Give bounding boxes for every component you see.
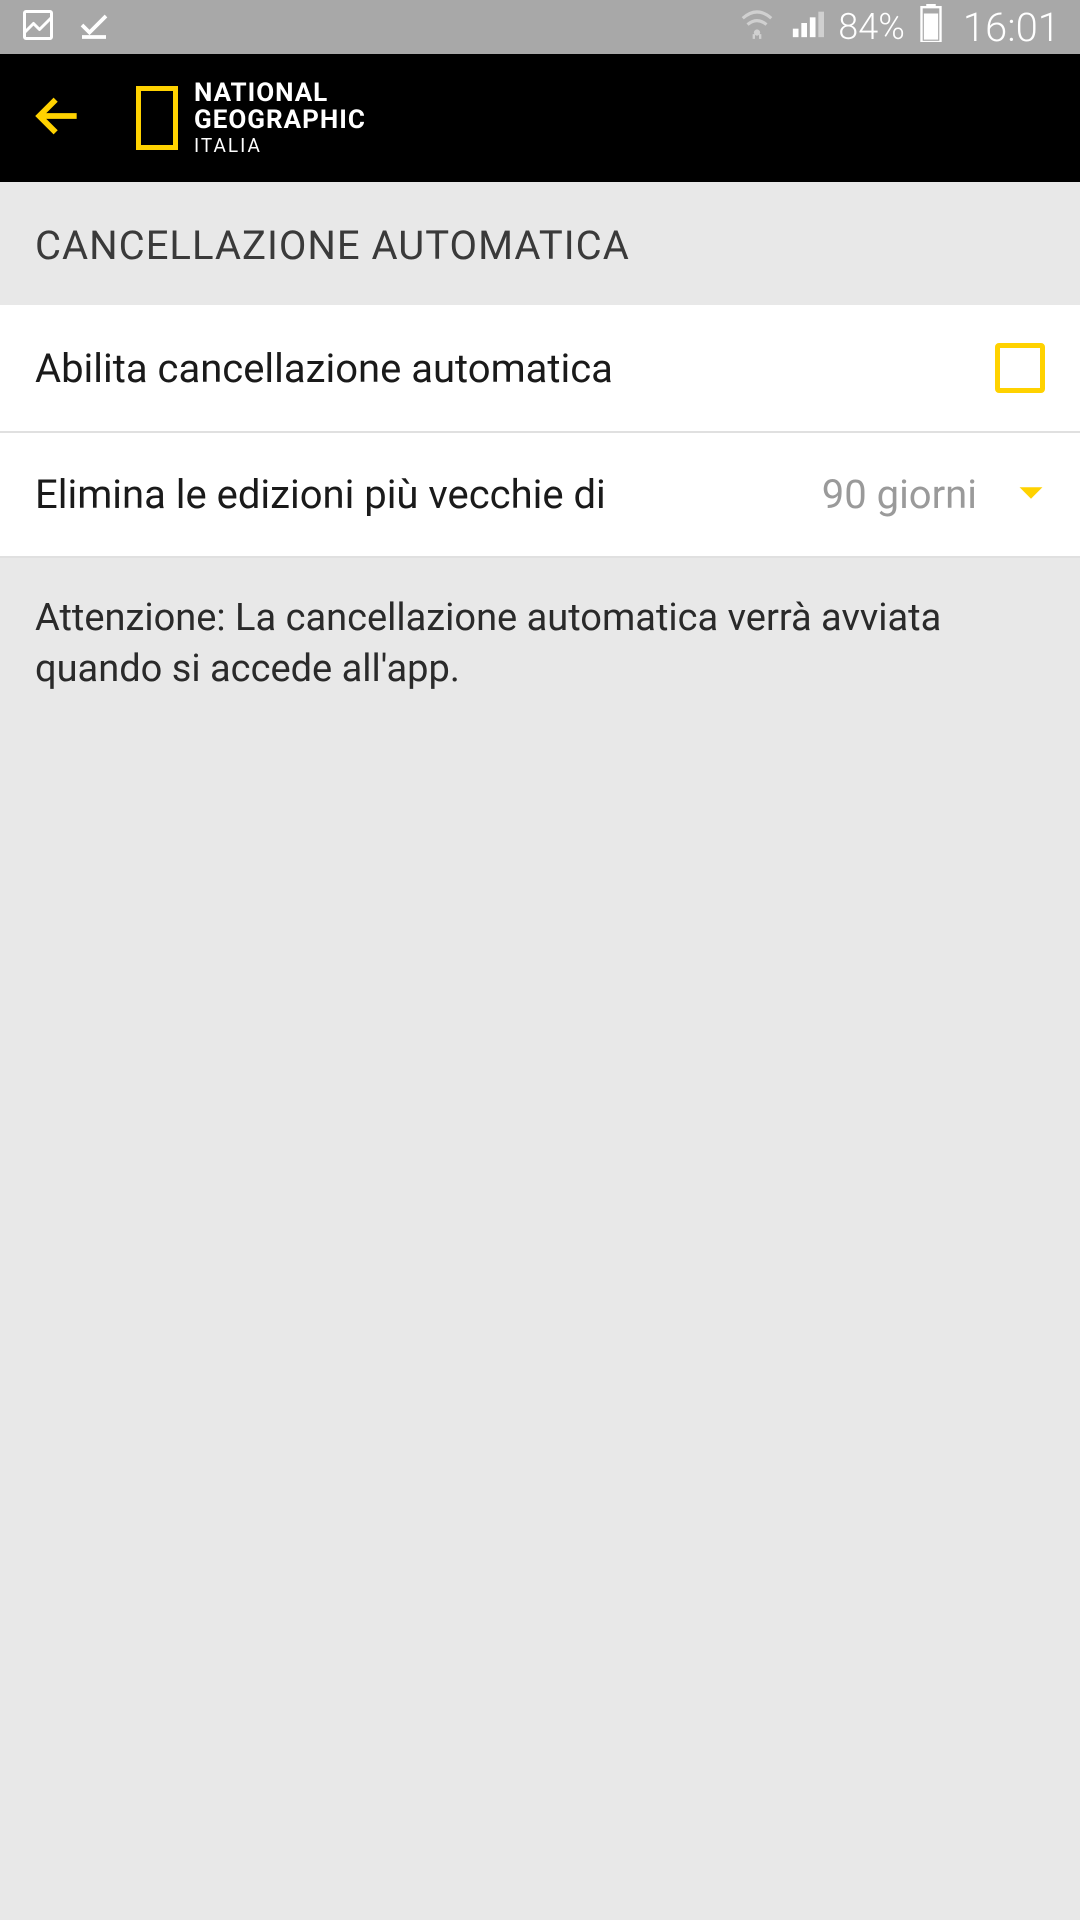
signal-icon (790, 6, 824, 49)
setting-enable-auto-delete[interactable]: Abilita cancellazione automatica (0, 305, 1080, 433)
status-left-icons (20, 7, 112, 47)
section-title: CANCELLAZIONE AUTOMATICA (0, 182, 1080, 305)
logo-text: NATIONAL GEOGRAPHIC ITALIA (194, 80, 366, 157)
setting-delete-older-than[interactable]: Elimina le edizioni più vecchie di 90 gi… (0, 433, 1080, 558)
checkmark-icon (76, 7, 112, 47)
logo-brand-line2: GEOGRAPHIC (194, 107, 366, 134)
logo-rectangle-icon (136, 86, 178, 150)
status-right: 84% 16:01 (738, 4, 1060, 51)
logo-brand-sub: ITALIA (194, 136, 366, 156)
delete-older-value: 90 giorni (822, 471, 977, 518)
app-logo: NATIONAL GEOGRAPHIC ITALIA (136, 80, 366, 157)
enable-checkbox[interactable] (995, 343, 1045, 393)
warning-message: Attenzione: La cancellazione automatica … (0, 558, 1080, 731)
app-bar: NATIONAL GEOGRAPHIC ITALIA (0, 54, 1080, 182)
battery-percent: 84% (838, 6, 905, 48)
dropdown-arrow-icon[interactable] (1017, 485, 1045, 505)
image-icon (20, 7, 56, 47)
setting-delete-older-label: Elimina le edizioni più vecchie di (35, 471, 822, 518)
battery-icon (919, 4, 943, 51)
setting-enable-label: Abilita cancellazione automatica (35, 345, 995, 392)
wifi-icon (738, 4, 776, 51)
status-bar: 84% 16:01 (0, 0, 1080, 54)
logo-brand-line1: NATIONAL (194, 80, 366, 107)
back-arrow-icon[interactable] (30, 88, 86, 148)
clock-time: 16:01 (963, 4, 1060, 51)
